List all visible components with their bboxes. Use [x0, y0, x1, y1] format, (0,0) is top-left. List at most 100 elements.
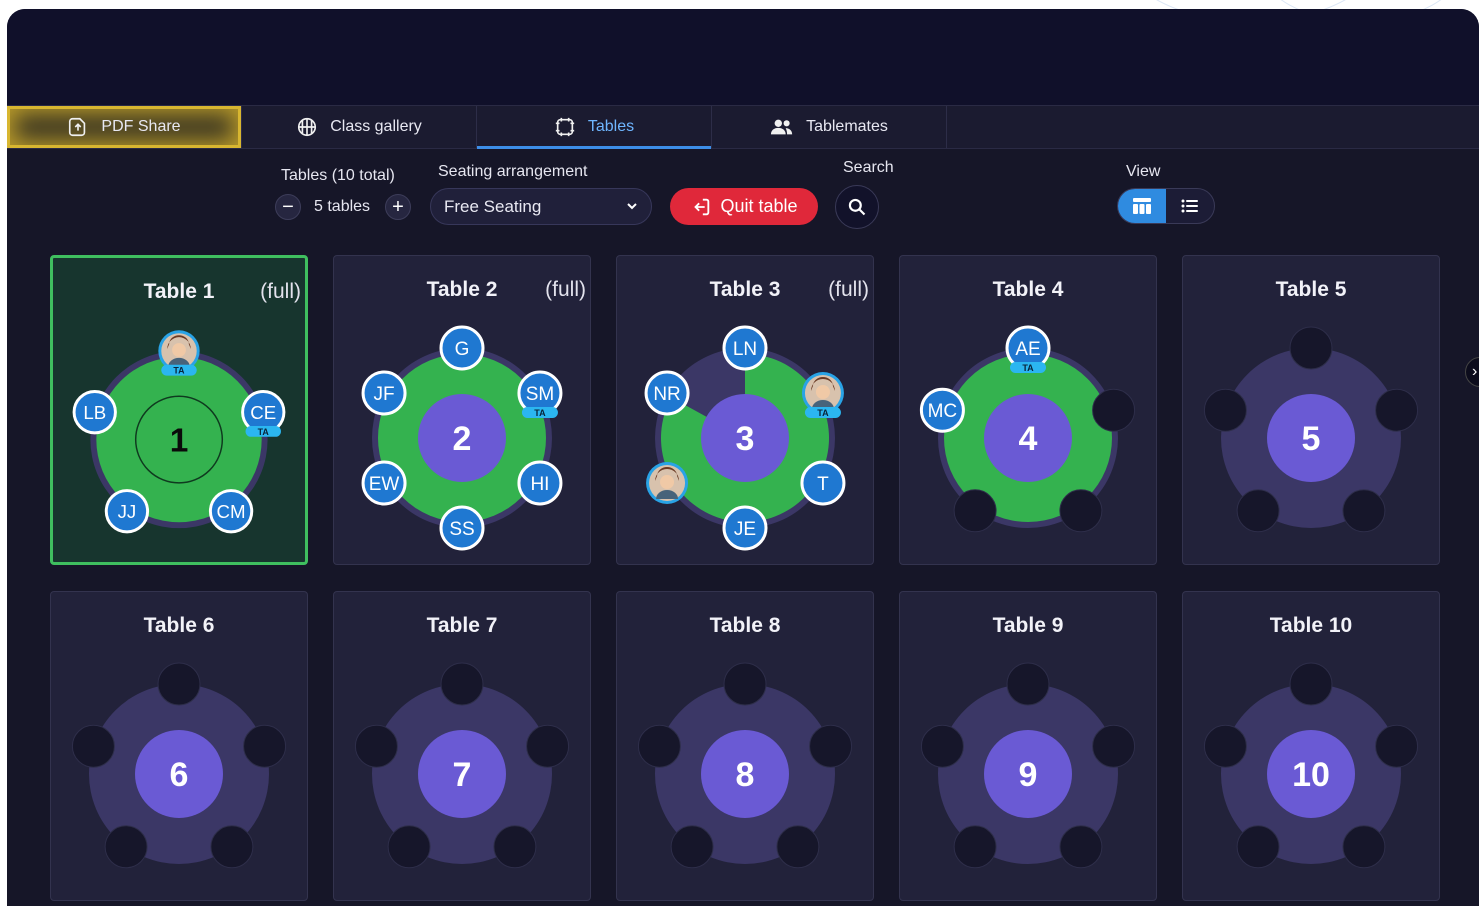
- seat-initials: SM: [526, 384, 555, 405]
- seat[interactable]: JJ: [104, 489, 150, 534]
- seat[interactable]: [526, 724, 570, 768]
- ta-badge-text: TA: [534, 408, 546, 418]
- seat[interactable]: [104, 825, 148, 869]
- seat[interactable]: [723, 662, 767, 706]
- seat[interactable]: AE TA: [1005, 325, 1051, 373]
- table-card[interactable]: Table 77: [333, 591, 591, 901]
- seat[interactable]: [210, 825, 254, 869]
- seat-initials: HI: [530, 474, 549, 495]
- increase-tables-button[interactable]: +: [385, 194, 411, 220]
- seat[interactable]: [243, 724, 287, 768]
- seat[interactable]: JF: [361, 370, 407, 416]
- seat[interactable]: G: [439, 325, 485, 371]
- view-label: View: [1126, 163, 1161, 180]
- quit-label: Quit table: [720, 196, 798, 216]
- seat[interactable]: CE TA: [241, 390, 286, 437]
- seat[interactable]: [440, 662, 484, 706]
- seat[interactable]: [1375, 724, 1419, 768]
- ta-badge: TA: [161, 364, 197, 376]
- seat-initials: EW: [369, 474, 400, 495]
- seat[interactable]: [387, 825, 431, 869]
- table-card[interactable]: Table 2 (full) 2 G SM TA HI SS EW JF: [333, 255, 591, 565]
- table-card[interactable]: Table 3 (full) 3 LN TA T JE NR: [616, 255, 874, 565]
- table-number: 7: [453, 756, 472, 794]
- seat[interactable]: [809, 724, 853, 768]
- table-card[interactable]: Table 99: [899, 591, 1157, 901]
- ta-badge-text: TA: [1022, 363, 1034, 373]
- seat[interactable]: [1236, 825, 1280, 869]
- seat[interactable]: EW: [361, 460, 407, 506]
- seat[interactable]: [953, 489, 997, 533]
- quit-table-button[interactable]: Quit table: [670, 188, 818, 225]
- table-count-value: 5 tables: [314, 198, 371, 215]
- seat[interactable]: [1375, 388, 1419, 432]
- app-window: PDF Share Class gallery Tables Tablemate…: [7, 9, 1479, 906]
- seat[interactable]: TA: [801, 372, 844, 418]
- tab-tablemates[interactable]: Tablemates: [712, 106, 947, 148]
- table-seating-diagram: 9: [920, 662, 1136, 869]
- seat[interactable]: [670, 825, 714, 869]
- table-card[interactable]: Table 1 (full) 1 TA CE TA CM JJ LB: [50, 255, 308, 565]
- table-number: 8: [736, 756, 755, 794]
- pdf-share-icon: [69, 117, 86, 137]
- seat[interactable]: T: [800, 460, 846, 506]
- seat[interactable]: [1342, 489, 1386, 533]
- table-card[interactable]: Table 10 10: [1182, 591, 1440, 901]
- seating-value: Free Seating: [444, 196, 542, 216]
- seat[interactable]: [1092, 388, 1136, 432]
- seat[interactable]: [1203, 388, 1247, 432]
- seat[interactable]: LB: [72, 390, 117, 435]
- chevron-down-icon: [627, 203, 637, 210]
- decrease-tables-button[interactable]: −: [275, 194, 301, 220]
- ta-badge: TA: [245, 425, 281, 437]
- table-card[interactable]: Table 55: [1182, 255, 1440, 565]
- seat[interactable]: SS: [439, 505, 485, 551]
- seat[interactable]: [637, 724, 681, 768]
- search-label: Search: [843, 159, 894, 176]
- seat[interactable]: [1006, 662, 1050, 706]
- grid-view-button[interactable]: [1118, 189, 1166, 223]
- seating-arrangement-select[interactable]: Free Seating: [430, 188, 652, 225]
- tab-bar: PDF Share Class gallery Tables Tablemate…: [7, 105, 1479, 149]
- seat[interactable]: HI: [517, 460, 563, 506]
- tab-tables[interactable]: Tables: [477, 106, 712, 149]
- panel-collapse-handle[interactable]: ›: [1465, 357, 1479, 387]
- table-card[interactable]: Table 88: [616, 591, 874, 901]
- seat[interactable]: [1203, 724, 1247, 768]
- seat[interactable]: [1236, 489, 1280, 533]
- seat[interactable]: [354, 724, 398, 768]
- search-button[interactable]: [835, 185, 879, 229]
- seat[interactable]: [920, 724, 964, 768]
- table-card[interactable]: Table 66: [50, 591, 308, 901]
- seat[interactable]: [776, 825, 820, 869]
- seat[interactable]: [1289, 326, 1333, 370]
- seat[interactable]: SM TA: [517, 370, 563, 418]
- seat[interactable]: LN: [722, 325, 768, 371]
- seat[interactable]: [1059, 489, 1103, 533]
- table-number: 9: [1019, 756, 1038, 794]
- seat[interactable]: [493, 825, 537, 869]
- seat[interactable]: JE: [722, 505, 768, 551]
- seat[interactable]: [1059, 825, 1103, 869]
- seat[interactable]: [1092, 724, 1136, 768]
- seat[interactable]: [646, 462, 689, 504]
- seat[interactable]: [71, 724, 115, 768]
- seat[interactable]: [157, 662, 201, 706]
- seat[interactable]: TA: [158, 330, 200, 376]
- seat-initials: JE: [734, 519, 756, 540]
- avatar-photo-icon: [649, 465, 686, 501]
- tab-pdf-share[interactable]: PDF Share: [7, 106, 242, 148]
- tab-class-gallery[interactable]: Class gallery: [242, 106, 477, 148]
- seat-initials: LB: [83, 402, 106, 423]
- seat[interactable]: [953, 825, 997, 869]
- header-band: [7, 9, 1479, 105]
- seat[interactable]: MC: [919, 387, 965, 433]
- seat[interactable]: [1342, 825, 1386, 869]
- table-card[interactable]: Table 4 4 AE TA MC: [899, 255, 1157, 565]
- table-seating-diagram: 10: [1203, 662, 1419, 869]
- table-number: 10: [1292, 756, 1330, 794]
- seat[interactable]: CM: [208, 489, 254, 534]
- seat[interactable]: [1289, 662, 1333, 706]
- seat[interactable]: NR: [644, 370, 690, 416]
- list-view-button[interactable]: [1166, 189, 1214, 223]
